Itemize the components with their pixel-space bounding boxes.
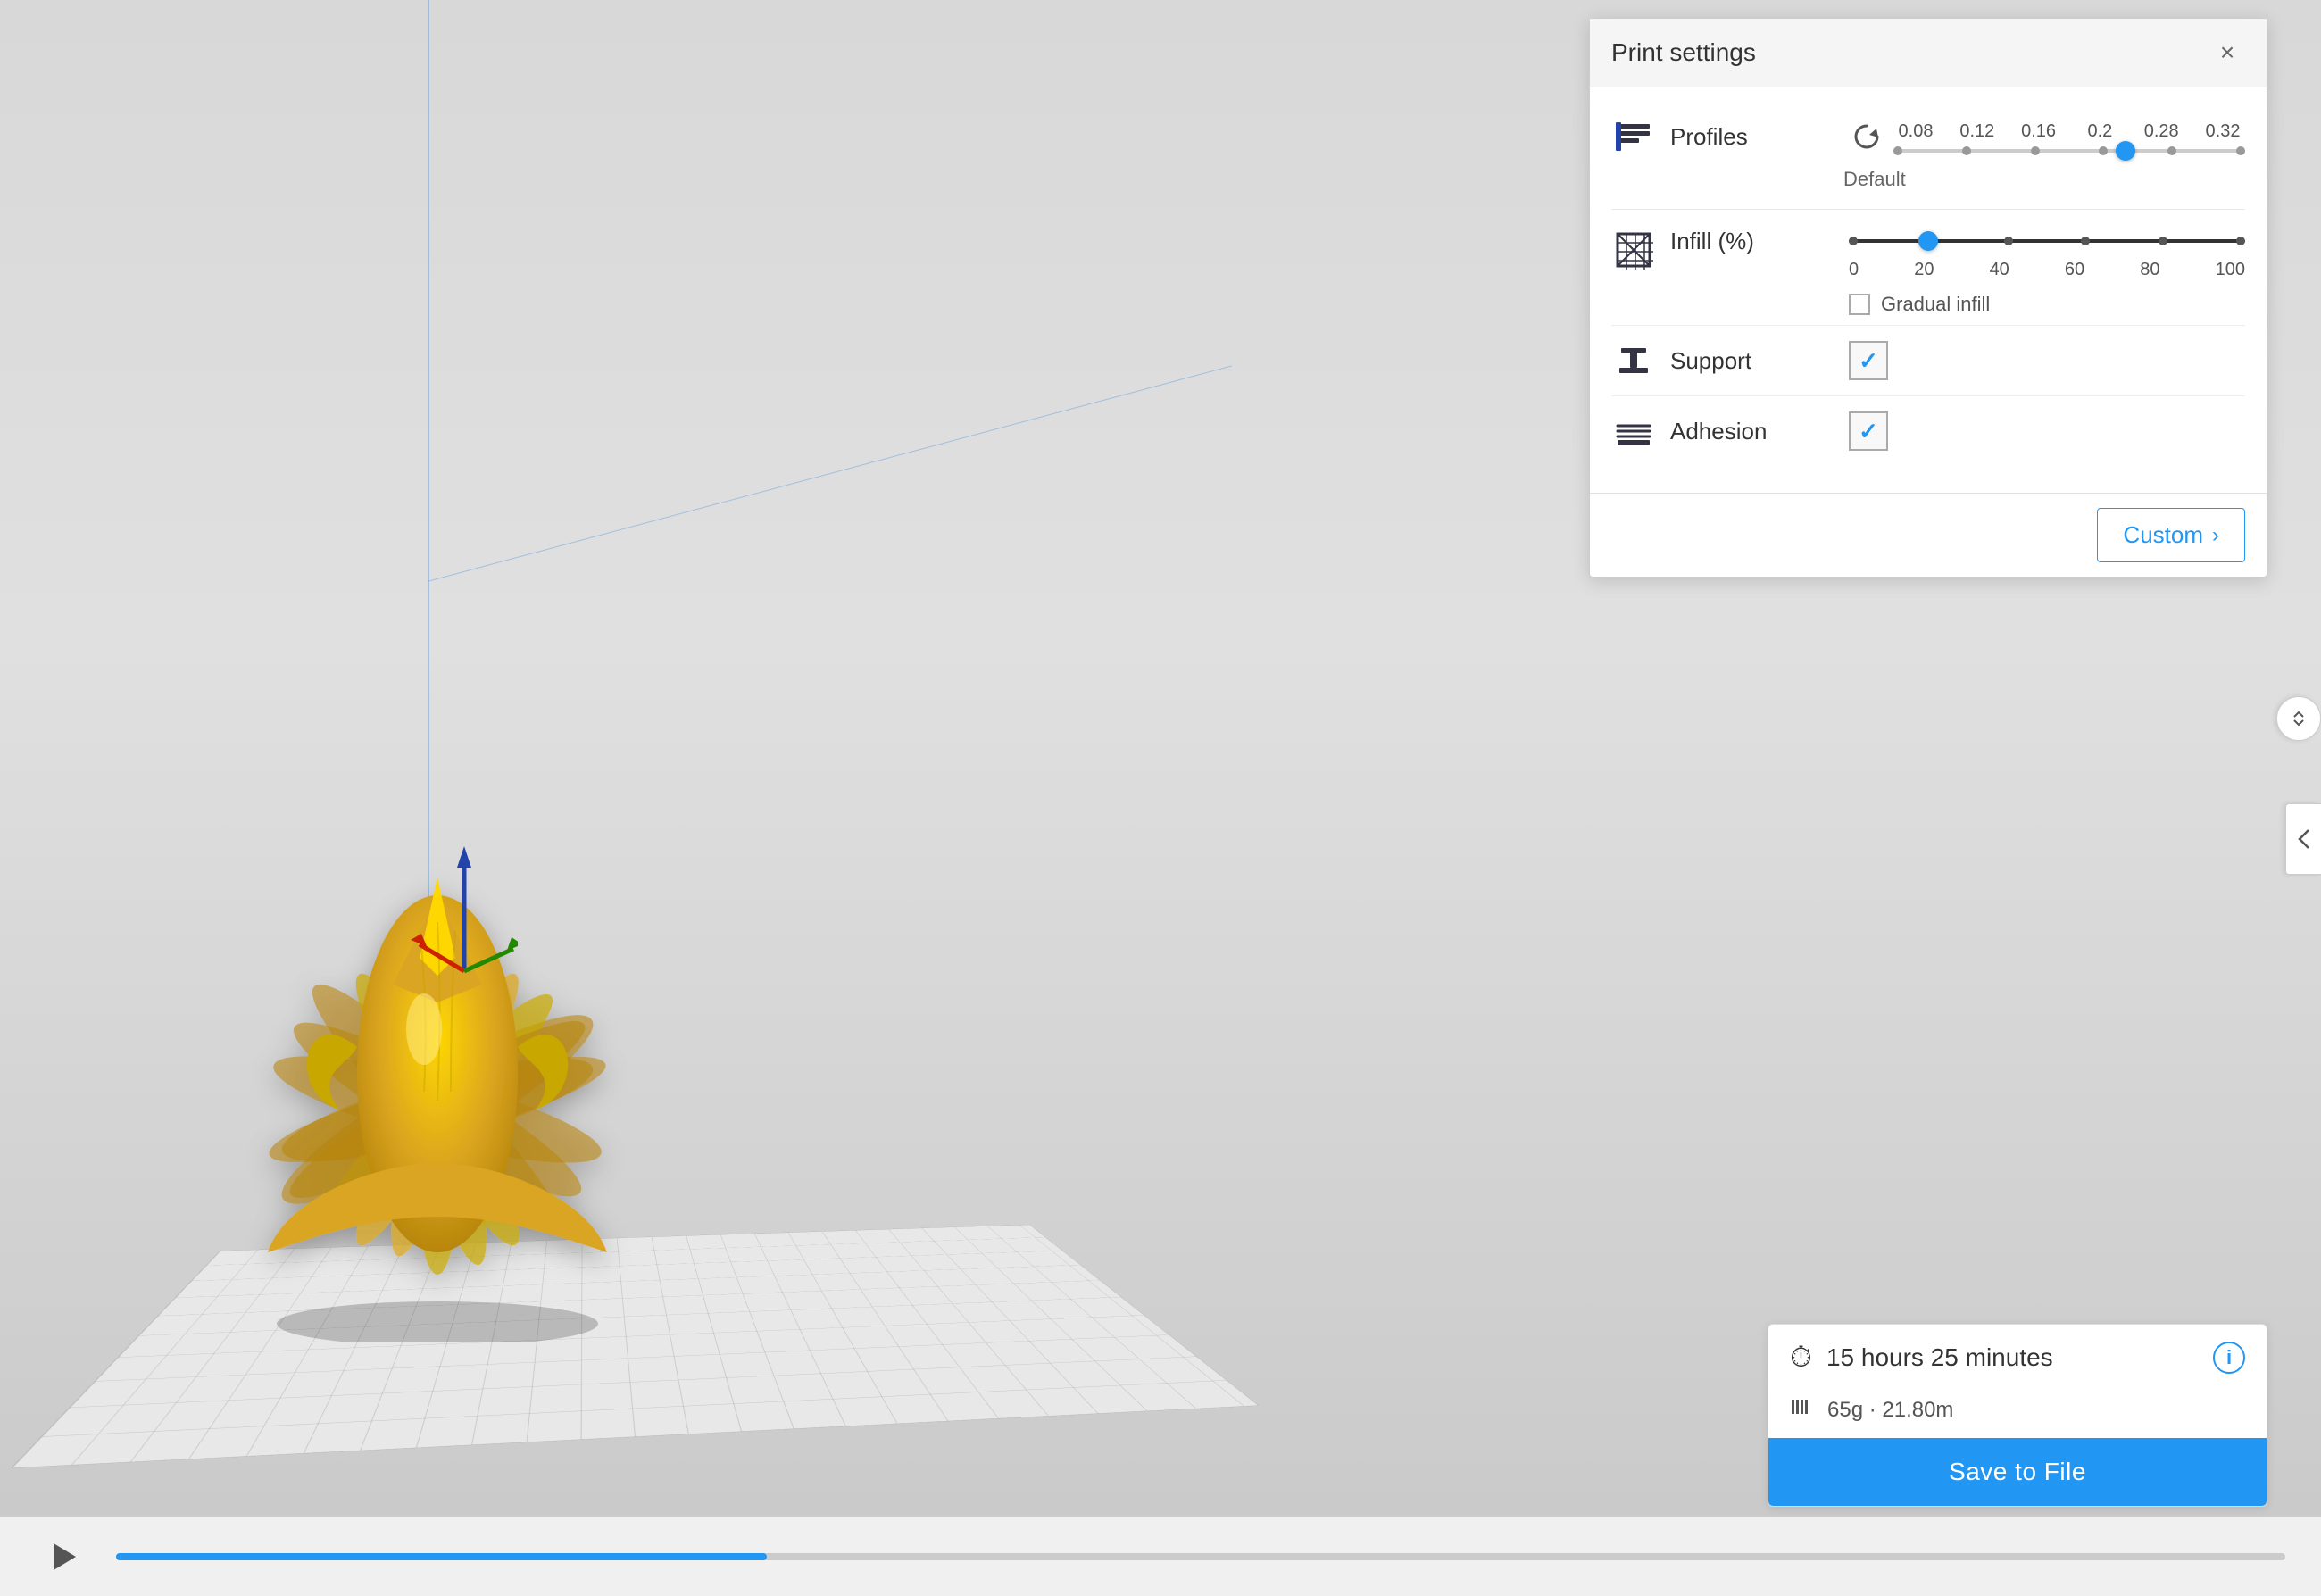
profiles-icon: [1611, 114, 1656, 159]
save-to-file-button[interactable]: Save to File: [1768, 1438, 2267, 1506]
panel-header: Print settings ×: [1590, 19, 2267, 87]
dot-1: [1893, 146, 1902, 155]
custom-button-label: Custom: [2123, 521, 2203, 549]
infill-track: [1849, 239, 2245, 243]
tick-4: 0.2: [2077, 121, 2122, 142]
infill-dot-5: [2159, 237, 2167, 245]
time-display: 15 hours 25 minutes: [1826, 1343, 2199, 1372]
infill-icon: [1611, 228, 1656, 272]
axes-indicator: [411, 828, 518, 989]
panel-body: Profiles 0.08 0.12 0.16 0.2 0.28 0.32: [1590, 87, 2267, 493]
adhesion-icon: [1611, 409, 1656, 453]
divider-1: [1611, 209, 2245, 210]
infill-dot-3: [2004, 237, 2013, 245]
profile-default-row: Default: [1843, 168, 2245, 191]
gradual-infill-row: Gradual infill: [1849, 293, 2245, 316]
support-checkbox[interactable]: ✓: [1849, 341, 1888, 380]
adhesion-label: Adhesion: [1670, 418, 1849, 445]
material-row: 65g · 21.80m: [1768, 1391, 2267, 1438]
infill-dots: [1849, 237, 2245, 245]
close-button[interactable]: ×: [2209, 35, 2245, 71]
slider-ticks: 0.08 0.12 0.16 0.2 0.28 0.32: [1893, 121, 2245, 142]
reset-icon[interactable]: [1849, 119, 1884, 154]
build-volume-line-horizontal: [428, 365, 1232, 581]
right-panel-toggle[interactable]: [2285, 803, 2321, 875]
gradual-infill-label: Gradual infill: [1881, 293, 1990, 316]
infill-labels: 0 20 40 60 80 100: [1849, 260, 2245, 280]
profiles-slider-thumb[interactable]: [2116, 141, 2135, 161]
gradual-infill-checkbox[interactable]: [1849, 294, 1870, 315]
custom-button-arrow: ›: [2212, 523, 2219, 548]
tick-5: 0.28: [2139, 121, 2184, 142]
dot-5: [2167, 146, 2176, 155]
support-label: Support: [1670, 347, 1849, 375]
infill-slider-thumb[interactable]: [1918, 231, 1938, 251]
filament-icon: [1790, 1396, 1817, 1424]
profiles-slider[interactable]: [1893, 149, 2245, 153]
panel-footer: Custom ›: [1590, 493, 2267, 577]
bottom-info-panel: ⏱ 15 hours 25 minutes i 65g · 21.80m Sav…: [1768, 1324, 2267, 1507]
profiles-label: Profiles: [1670, 123, 1849, 151]
timeline-progress: [116, 1553, 767, 1560]
slider-dots: [1893, 146, 2245, 155]
infill-label-20: 20: [1914, 260, 1934, 280]
custom-button[interactable]: Custom ›: [2097, 508, 2245, 562]
timeline-track[interactable]: [116, 1553, 2285, 1560]
time-row: ⏱ 15 hours 25 minutes i: [1768, 1325, 2267, 1391]
panel-title: Print settings: [1611, 38, 1756, 67]
material-text: 65g · 21.80m: [1827, 1398, 1953, 1423]
infill-label-80: 80: [2140, 260, 2159, 280]
infill-label: Infill (%): [1670, 228, 1849, 255]
clock-icon: ⏱: [1790, 1341, 1812, 1375]
infill-slider-area: 0 20 40 60 80 100 Gradual infill: [1849, 228, 2245, 316]
infill-row: Infill (%): [1611, 228, 2245, 316]
tick-2: 0.12: [1955, 121, 2000, 142]
profiles-slider-area: 0.08 0.12 0.16 0.2 0.28 0.32: [1893, 121, 2245, 153]
slider-track: [1893, 149, 2245, 153]
dot-6: [2236, 146, 2245, 155]
support-icon: [1611, 338, 1656, 383]
dot-3: [2031, 146, 2040, 155]
profiles-row: Profiles 0.08 0.12 0.16 0.2 0.28 0.32: [1611, 114, 2245, 159]
infill-label-60: 60: [2065, 260, 2084, 280]
adhesion-checkbox[interactable]: ✓: [1849, 411, 1888, 451]
profile-default-label: Default: [1843, 168, 1906, 191]
timeline-bar: [0, 1516, 2321, 1596]
infill-label-100: 100: [2216, 260, 2245, 280]
support-row: Support ✓: [1611, 325, 2245, 395]
print-settings-panel: Print settings × Profiles: [1589, 18, 2267, 578]
infill-track-wrapper[interactable]: [1849, 228, 2245, 254]
tick-1: 0.08: [1893, 121, 1938, 142]
support-check-mark: ✓: [1859, 347, 1878, 375]
dot-2: [1962, 146, 1971, 155]
right-panel-toggle-2[interactable]: [2276, 696, 2321, 741]
play-button[interactable]: [36, 1530, 89, 1584]
infill-label-0: 0: [1849, 260, 1859, 280]
tick-6: 0.32: [2200, 121, 2245, 142]
tick-3: 0.16: [2017, 121, 2061, 142]
adhesion-check-mark: ✓: [1859, 418, 1878, 445]
infill-dot-6: [2236, 237, 2245, 245]
dot-4: [2099, 146, 2108, 155]
infill-label-40: 40: [1990, 260, 2009, 280]
infill-dot-4: [2081, 237, 2090, 245]
adhesion-row: Adhesion ✓: [1611, 395, 2245, 466]
info-icon[interactable]: i: [2213, 1342, 2245, 1374]
infill-dot-1: [1849, 237, 1858, 245]
